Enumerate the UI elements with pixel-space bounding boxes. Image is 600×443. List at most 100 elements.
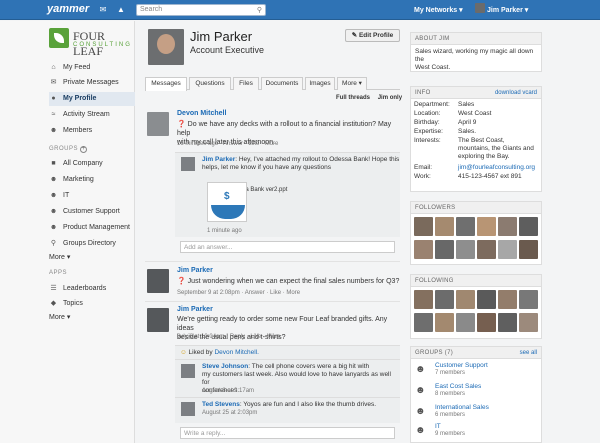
groups-heading: GROUPS (7) <box>415 350 454 356</box>
following-avatar[interactable] <box>435 290 454 309</box>
avatar[interactable] <box>147 269 169 293</box>
group-item[interactable]: ☻ Customer Support 7 members <box>415 362 539 382</box>
download-vcard-link[interactable]: download vcard <box>495 87 537 99</box>
tab-documents[interactable]: Documents <box>261 77 303 90</box>
profile-title: Account Executive <box>190 45 265 55</box>
reply-time: August 25 at 2:03pm <box>202 410 258 416</box>
building-icon: ■ <box>51 160 56 167</box>
sidebar-item-all-company[interactable]: ■ All Company <box>49 157 135 171</box>
group-icon: ☻ <box>49 176 58 183</box>
reply-item: Steve Johnson: The cell phone covers wer… <box>175 359 400 397</box>
follower-avatar[interactable] <box>414 240 433 259</box>
reply-author[interactable]: Jim Parker <box>202 156 235 163</box>
following-avatar[interactable] <box>477 290 496 309</box>
sidebar-item-product-management[interactable]: ☻ Product Management <box>49 221 135 235</box>
post-author[interactable]: Jim Parker <box>177 267 213 274</box>
following-avatar[interactable] <box>498 290 517 309</box>
follower-avatar[interactable] <box>498 217 517 236</box>
follower-avatar[interactable] <box>456 240 475 259</box>
tab-more[interactable]: More ▾ <box>337 77 367 90</box>
post-body: ❓ Just wondering when we can expect the … <box>177 278 400 285</box>
sidebar-item-groups-directory[interactable]: ⚲ Groups Directory <box>49 237 135 251</box>
email-link[interactable]: jim@fourleafconsulting.org <box>458 164 538 172</box>
following-avatar[interactable] <box>414 313 433 332</box>
divider <box>145 301 400 302</box>
jim-only-button[interactable]: Jim only <box>378 95 402 101</box>
following-avatar[interactable] <box>519 290 538 309</box>
answer-input[interactable]: Add an answer... <box>180 241 395 253</box>
yammer-logo[interactable]: yammer <box>47 3 89 15</box>
tab-images[interactable]: Images <box>305 77 335 90</box>
liked-by-user[interactable]: Devon Mitchell. <box>214 349 258 356</box>
apps-more-link[interactable]: More ▾ <box>49 311 135 325</box>
sidebar-item-private-messages[interactable]: ✉ Private Messages <box>49 76 135 90</box>
follower-avatar[interactable] <box>519 217 538 236</box>
dollar-icon: $ <box>224 191 230 202</box>
sidebar-item-marketing[interactable]: ☻ Marketing <box>49 173 135 187</box>
my-networks-menu[interactable]: My Networks ▾ <box>414 6 463 14</box>
post-meta[interactable]: September 9 at 2:08pm · Answer · Like · … <box>177 290 300 296</box>
post-meta[interactable]: July 6 at 10:04am · Reply · Like · More <box>177 334 280 340</box>
user-menu[interactable]: Jim Parker ▾ <box>475 3 528 14</box>
following-avatar[interactable] <box>519 313 538 332</box>
see-all-link[interactable]: see all <box>520 347 537 359</box>
avatar[interactable] <box>147 308 169 332</box>
search-icon[interactable]: ⚲ <box>257 6 262 14</box>
reply-input[interactable]: Write a reply... <box>180 427 395 439</box>
full-threads-button[interactable]: Full threads <box>336 95 370 101</box>
avatar[interactable] <box>181 364 195 378</box>
avatar[interactable] <box>147 112 169 136</box>
post-author[interactable]: Jim Parker <box>177 306 213 313</box>
followers-heading: FOLLOWERS <box>411 202 541 214</box>
question-icon: ❓ <box>177 121 186 128</box>
add-group-icon[interactable]: + <box>80 146 88 153</box>
follower-avatar[interactable] <box>498 240 517 259</box>
sidebar-item-members[interactable]: ☻ Members <box>49 124 135 138</box>
sidebar-item-my-profile[interactable]: ● My Profile <box>49 92 135 106</box>
group-item[interactable]: ☻ East Cost Sales 8 members <box>415 383 539 403</box>
group-icon: ☻ <box>49 192 58 199</box>
follower-avatar[interactable] <box>477 240 496 259</box>
sidebar-item-topics[interactable]: ◆ Topics <box>49 297 135 311</box>
tab-messages[interactable]: Messages <box>145 77 187 91</box>
avatar[interactable] <box>181 402 195 416</box>
group-item[interactable]: ☻ International Sales 6 members <box>415 404 539 424</box>
avatar[interactable] <box>181 157 195 171</box>
following-avatar[interactable] <box>477 313 496 332</box>
company-logo[interactable]: FOUR LEAF CONSULTING <box>49 28 130 58</box>
reply-author[interactable]: Steve Johnson <box>202 363 248 370</box>
following-avatar[interactable] <box>456 313 475 332</box>
divider <box>145 261 400 262</box>
following-avatar[interactable] <box>456 290 475 309</box>
sidebar-item-my-feed[interactable]: ⌂ My Feed <box>49 61 135 75</box>
attachment-thumbnail[interactable]: $ <box>207 182 247 222</box>
group-item[interactable]: ☻ IT 9 members <box>415 423 539 443</box>
smile-icon: ☺ <box>180 349 187 356</box>
group-icon: ☻ <box>415 364 426 375</box>
follower-avatar[interactable] <box>519 240 538 259</box>
tab-questions[interactable]: Questions <box>189 77 231 90</box>
follower-avatar[interactable] <box>435 217 454 236</box>
follower-avatar[interactable] <box>477 217 496 236</box>
reply-author[interactable]: Ted Stevens <box>202 401 240 408</box>
tab-files[interactable]: Files <box>233 77 259 90</box>
sidebar-item-activity-stream[interactable]: ≈ Activity Stream <box>49 108 135 122</box>
search-input[interactable]: Search ⚲ <box>136 4 266 16</box>
edit-profile-button[interactable]: ✎ Edit Profile <box>345 29 400 42</box>
sidebar-item-it[interactable]: ☻ IT <box>49 189 135 203</box>
post-meta[interactable]: 16 minutes ago · Answer · Like · More <box>177 141 278 147</box>
home-icon: ⌂ <box>51 64 56 71</box>
follower-avatar[interactable] <box>414 217 433 236</box>
following-avatar[interactable] <box>435 313 454 332</box>
following-avatar[interactable] <box>414 290 433 309</box>
chat-icon[interactable]: ✉ <box>98 5 108 15</box>
bell-icon[interactable]: ▲ <box>116 5 126 15</box>
follower-avatar[interactable] <box>435 240 454 259</box>
post-author[interactable]: Devon Mitchell <box>177 110 226 117</box>
following-avatar[interactable] <box>498 313 517 332</box>
follower-avatar[interactable] <box>456 217 475 236</box>
groups-more-link[interactable]: More ▾ <box>49 251 135 265</box>
tag-icon: ◆ <box>50 300 57 307</box>
sidebar-item-leaderboards[interactable]: ☰ Leaderboards <box>49 282 135 296</box>
sidebar-item-customer-support[interactable]: ☻ Customer Support <box>49 205 135 219</box>
